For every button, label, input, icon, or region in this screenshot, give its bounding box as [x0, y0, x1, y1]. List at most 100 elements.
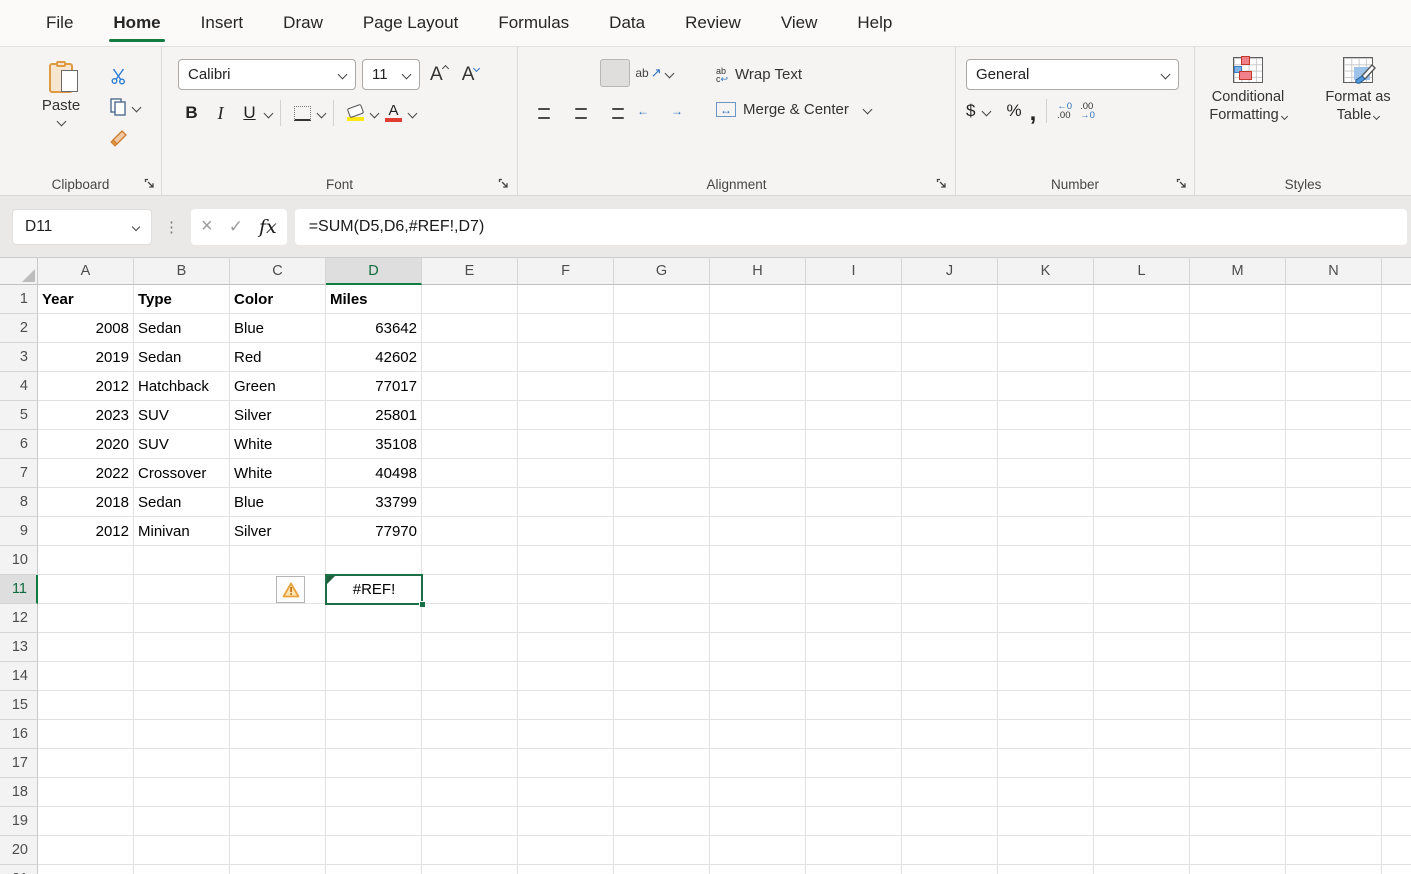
row-header-15[interactable]: 15 [0, 691, 38, 720]
cell-L21[interactable] [1094, 865, 1190, 874]
cell-F14[interactable] [518, 662, 614, 691]
cell-L1[interactable] [1094, 285, 1190, 314]
cell-L16[interactable] [1094, 720, 1190, 749]
borders-dropdown-icon[interactable] [317, 108, 327, 118]
cell-K12[interactable] [998, 604, 1094, 633]
cell-D6[interactable]: 35108 [326, 430, 422, 459]
cell-H8[interactable] [710, 488, 806, 517]
cell-partial-3[interactable] [1382, 343, 1411, 372]
cell-A20[interactable] [38, 836, 134, 865]
cell-J15[interactable] [902, 691, 998, 720]
cell-G1[interactable] [614, 285, 710, 314]
cut-button[interactable] [110, 65, 140, 87]
cell-F7[interactable] [518, 459, 614, 488]
cell-partial-5[interactable] [1382, 401, 1411, 430]
cell-I19[interactable] [806, 807, 902, 836]
cell-E9[interactable] [422, 517, 518, 546]
cell-G19[interactable] [614, 807, 710, 836]
cell-F19[interactable] [518, 807, 614, 836]
cell-A19[interactable] [38, 807, 134, 836]
cell-partial-6[interactable] [1382, 430, 1411, 459]
cell-H12[interactable] [710, 604, 806, 633]
cell-B8[interactable]: Sedan [134, 488, 230, 517]
top-align-button[interactable] [532, 59, 562, 87]
cell-E12[interactable] [422, 604, 518, 633]
cell-D21[interactable] [326, 865, 422, 874]
cell-B7[interactable]: Crossover [134, 459, 230, 488]
error-options-button[interactable] [276, 576, 305, 603]
cell-K20[interactable] [998, 836, 1094, 865]
cell-E20[interactable] [422, 836, 518, 865]
cell-M15[interactable] [1190, 691, 1286, 720]
cell-K9[interactable] [998, 517, 1094, 546]
cell-J20[interactable] [902, 836, 998, 865]
cell-L15[interactable] [1094, 691, 1190, 720]
cell-B12[interactable] [134, 604, 230, 633]
cell-F13[interactable] [518, 633, 614, 662]
menu-tab-home[interactable]: Home [93, 0, 180, 46]
column-header-E[interactable]: E [422, 258, 518, 285]
font-name-combo[interactable]: Calibri [178, 59, 356, 90]
cell-H6[interactable] [710, 430, 806, 459]
cell-E2[interactable] [422, 314, 518, 343]
cell-G18[interactable] [614, 778, 710, 807]
cell-N2[interactable] [1286, 314, 1382, 343]
selected-cell-D11[interactable]: #REF! [325, 574, 423, 605]
cell-E17[interactable] [422, 749, 518, 778]
font-name-dropdown-icon[interactable] [338, 70, 348, 80]
cell-B20[interactable] [134, 836, 230, 865]
cell-K1[interactable] [998, 285, 1094, 314]
fill-color-button[interactable] [342, 99, 369, 127]
cell-A21[interactable] [38, 865, 134, 874]
formula-input[interactable]: =SUM(D5,D6,#REF!,D7) [295, 209, 1407, 245]
paste-dropdown-icon[interactable] [56, 117, 66, 127]
menu-tab-view[interactable]: View [761, 0, 838, 46]
cell-F20[interactable] [518, 836, 614, 865]
cell-F1[interactable] [518, 285, 614, 314]
cell-A18[interactable] [38, 778, 134, 807]
cell-C1[interactable]: Color [230, 285, 326, 314]
copy-dropdown-icon[interactable] [132, 102, 142, 112]
cell-D5[interactable]: 25801 [326, 401, 422, 430]
cell-M3[interactable] [1190, 343, 1286, 372]
cell-N8[interactable] [1286, 488, 1382, 517]
column-header-B[interactable]: B [134, 258, 230, 285]
cell-L14[interactable] [1094, 662, 1190, 691]
cell-I21[interactable] [806, 865, 902, 874]
cell-L4[interactable] [1094, 372, 1190, 401]
cell-A9[interactable]: 2012 [38, 517, 134, 546]
cell-G12[interactable] [614, 604, 710, 633]
cell-J10[interactable] [902, 546, 998, 575]
menu-tab-file[interactable]: File [26, 0, 93, 46]
middle-align-button[interactable] [566, 59, 596, 87]
cell-J1[interactable] [902, 285, 998, 314]
cell-H18[interactable] [710, 778, 806, 807]
cell-C14[interactable] [230, 662, 326, 691]
cell-M5[interactable] [1190, 401, 1286, 430]
cell-I2[interactable] [806, 314, 902, 343]
cell-D4[interactable]: 77017 [326, 372, 422, 401]
cell-I13[interactable] [806, 633, 902, 662]
menu-tab-page-layout[interactable]: Page Layout [343, 0, 478, 46]
cell-B21[interactable] [134, 865, 230, 874]
cell-H13[interactable] [710, 633, 806, 662]
cell-N16[interactable] [1286, 720, 1382, 749]
cell-J17[interactable] [902, 749, 998, 778]
cell-N10[interactable] [1286, 546, 1382, 575]
cell-B4[interactable]: Hatchback [134, 372, 230, 401]
cell-G4[interactable] [614, 372, 710, 401]
cell-N20[interactable] [1286, 836, 1382, 865]
cell-L19[interactable] [1094, 807, 1190, 836]
cell-B14[interactable] [134, 662, 230, 691]
cell-J16[interactable] [902, 720, 998, 749]
cell-I4[interactable] [806, 372, 902, 401]
cell-E19[interactable] [422, 807, 518, 836]
cell-I8[interactable] [806, 488, 902, 517]
cell-G13[interactable] [614, 633, 710, 662]
name-box[interactable]: D11 [12, 209, 152, 245]
cell-A14[interactable] [38, 662, 134, 691]
cell-B10[interactable] [134, 546, 230, 575]
cell-G15[interactable] [614, 691, 710, 720]
cell-N21[interactable] [1286, 865, 1382, 874]
row-header-10[interactable]: 10 [0, 546, 38, 575]
